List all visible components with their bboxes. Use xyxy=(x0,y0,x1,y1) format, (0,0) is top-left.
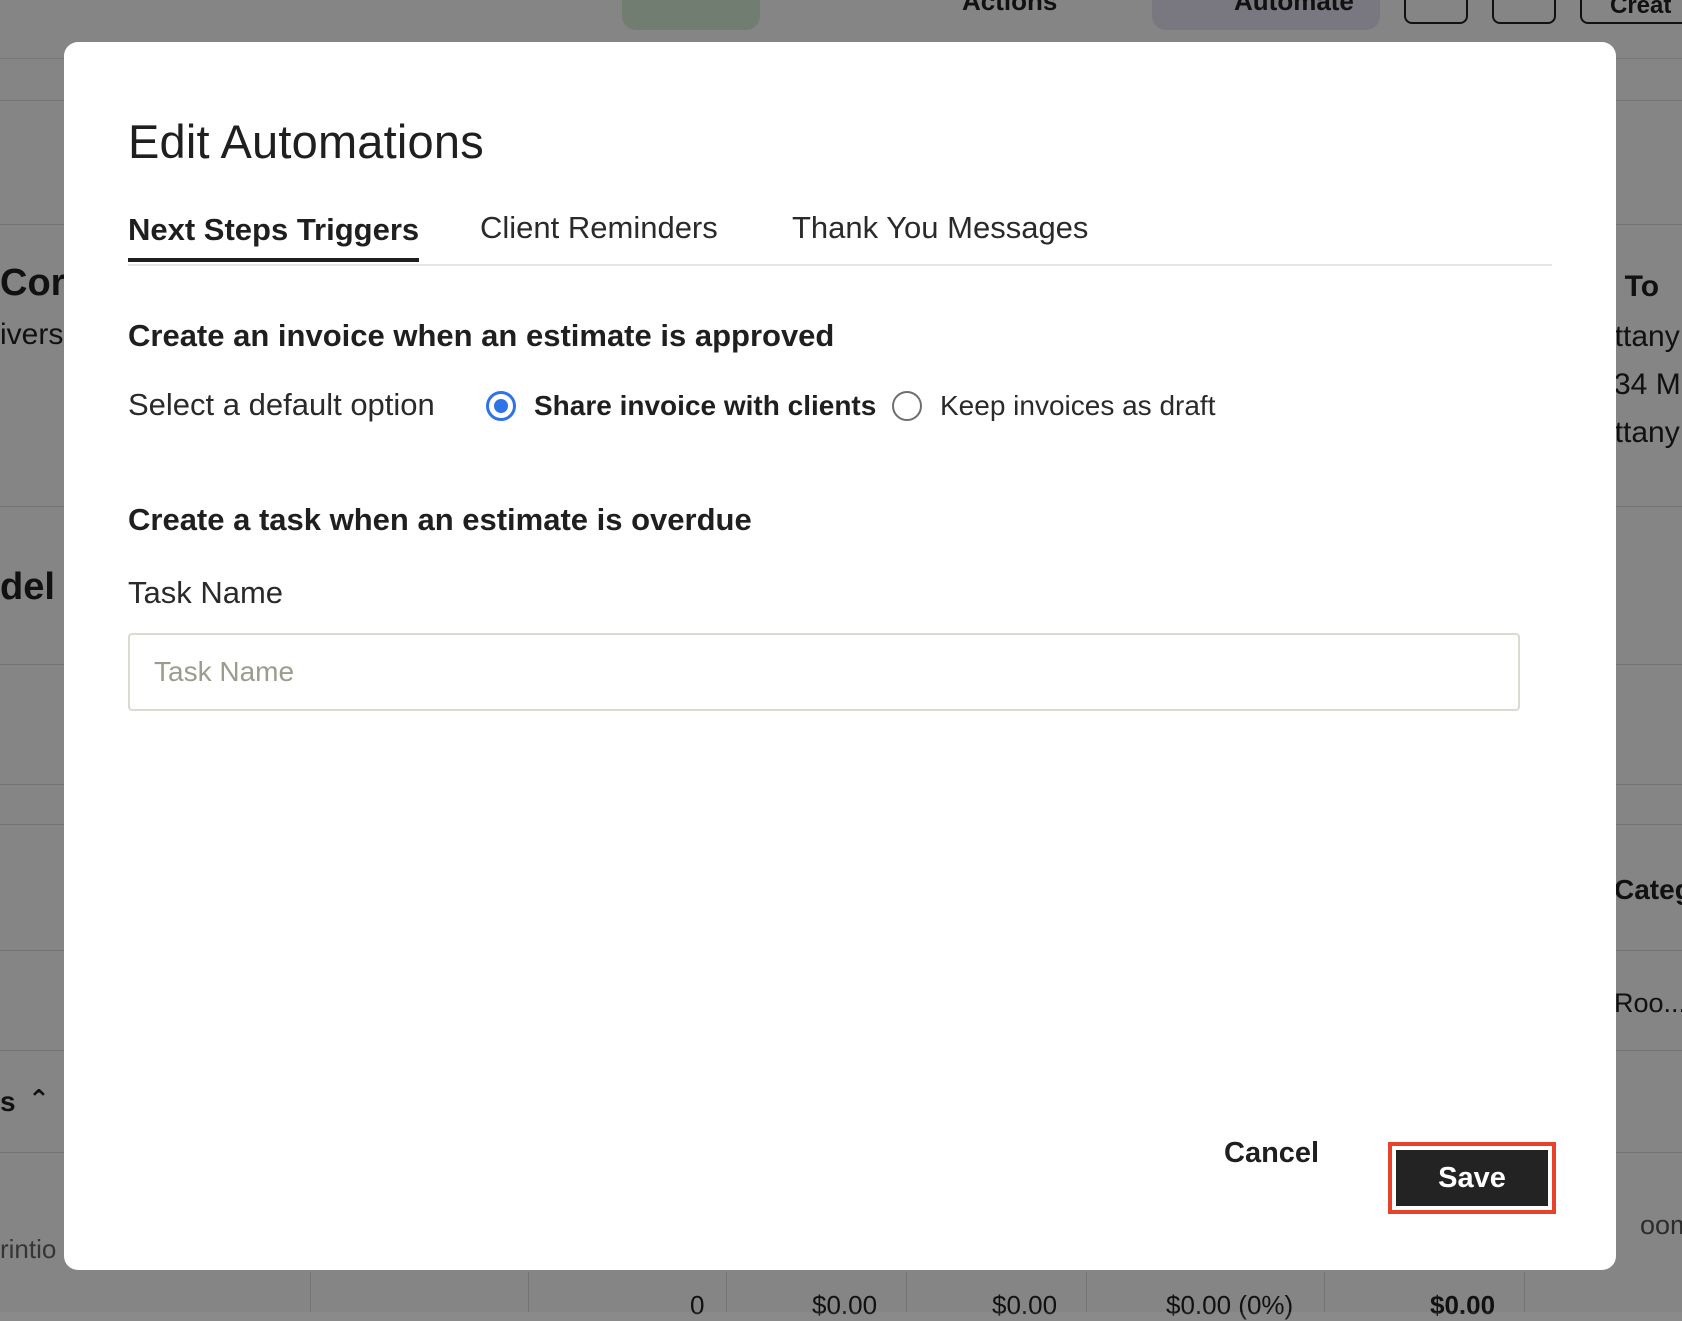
task-section-title: Create a task when an estimate is overdu… xyxy=(128,502,752,537)
save-button[interactable]: Save xyxy=(1396,1150,1548,1206)
keep-draft-radio[interactable] xyxy=(892,391,922,421)
save-button-highlight: Save xyxy=(1388,1142,1556,1214)
invoice-section-title: Create an invoice when an estimate is ap… xyxy=(128,318,835,353)
task-name-input[interactable] xyxy=(128,633,1520,711)
tab-thank-you-messages[interactable]: Thank You Messages xyxy=(792,210,1088,246)
share-invoice-radio[interactable] xyxy=(486,391,516,421)
tab-client-reminders[interactable]: Client Reminders xyxy=(480,210,718,246)
dialog-title: Edit Automations xyxy=(128,115,484,168)
tab-next-steps-triggers[interactable]: Next Steps Triggers xyxy=(128,212,420,262)
edit-automations-dialog: Edit Automations Next Steps Triggers Cli… xyxy=(64,42,1616,1270)
tab-bar: Next Steps Triggers Client Reminders Tha… xyxy=(128,202,1552,266)
default-option-label: Select a default option xyxy=(128,387,435,422)
task-name-label: Task Name xyxy=(128,575,284,610)
cancel-button[interactable]: Cancel xyxy=(1218,1136,1325,1171)
keep-draft-label[interactable]: Keep invoices as draft xyxy=(940,390,1216,422)
share-invoice-label[interactable]: Share invoice with clients xyxy=(534,390,876,422)
